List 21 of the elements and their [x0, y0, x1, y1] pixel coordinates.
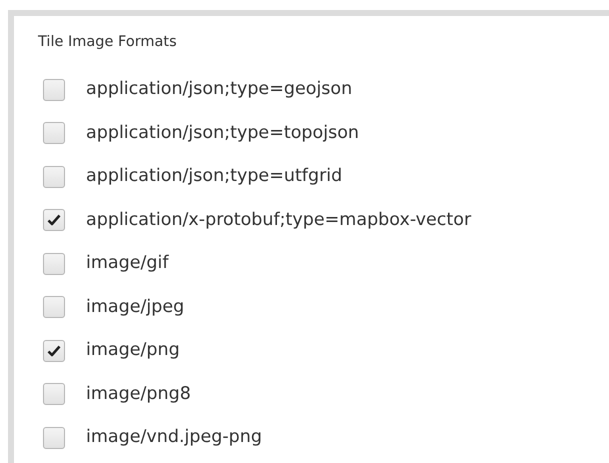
checkbox-label[interactable]: application/x-protobuf;type=mapbox-vector [86, 206, 472, 234]
checkbox-label[interactable]: image/vnd.jpeg-png [86, 424, 262, 451]
checkbox[interactable] [43, 122, 65, 144]
checkbox-label[interactable]: application/json;type=geojson [86, 76, 352, 103]
checkmark-icon [47, 214, 61, 226]
checkbox-label[interactable]: image/gif [86, 250, 169, 277]
checkbox[interactable] [43, 426, 65, 448]
checkbox[interactable] [43, 78, 65, 100]
checkbox-label[interactable]: application/json;type=utfgrid [86, 163, 342, 190]
checkbox-label[interactable]: image/png [86, 337, 180, 364]
section-title: Tile Image Formats [38, 33, 178, 52]
checkbox-label[interactable]: image/png8 [86, 380, 191, 408]
checkbox[interactable] [43, 209, 65, 231]
checkbox[interactable] [43, 296, 65, 318]
checkbox-label[interactable]: application/json;type=topojson [86, 120, 360, 146]
checkbox-label[interactable]: image/jpeg [86, 294, 184, 320]
checkbox[interactable] [43, 166, 65, 188]
checkmark-icon [47, 344, 61, 356]
checkbox[interactable] [43, 252, 65, 274]
checkbox[interactable] [43, 340, 65, 362]
checkbox[interactable] [43, 383, 65, 405]
